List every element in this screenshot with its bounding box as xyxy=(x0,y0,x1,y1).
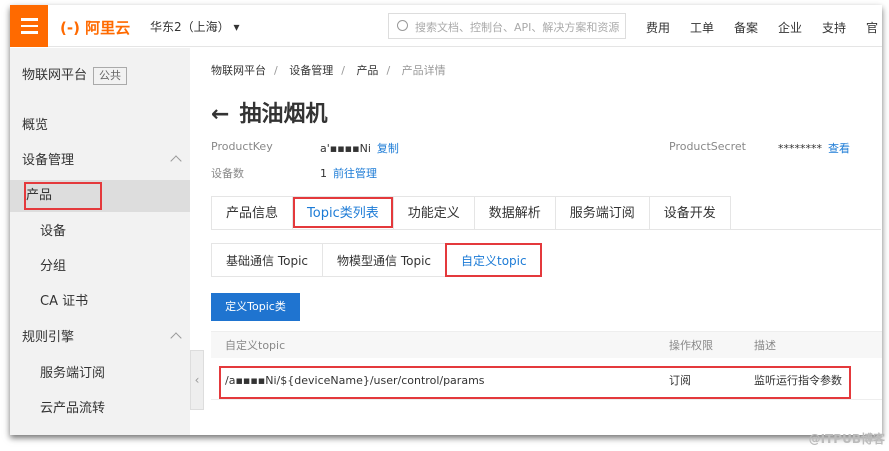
product-key-text: a'▪▪▪▪Ni xyxy=(320,142,371,155)
product-key-value: a'▪▪▪▪Ni 复制 xyxy=(320,140,399,156)
tab-data-parsing[interactable]: 数据解析 xyxy=(473,196,556,229)
chevron-left-icon: ‹ xyxy=(194,373,200,387)
highlight-box xyxy=(24,182,102,210)
product-secret-label: ProductSecret xyxy=(669,140,746,153)
menu-icon[interactable] xyxy=(10,5,48,47)
nav-support[interactable]: 支持 xyxy=(822,19,846,36)
search-icon xyxy=(397,20,408,31)
tab-product-info[interactable]: 产品信息 xyxy=(211,196,294,229)
device-count-label: 设备数 xyxy=(211,167,244,180)
chevron-up-icon xyxy=(170,332,182,344)
sidebar-group-rule-engine[interactable]: 规则引擎 xyxy=(10,322,190,354)
topic-sub-tabs: 基础通信 Topic 物模型通信 Topic 自定义topic xyxy=(211,243,542,277)
page-title: ← 抽油烟机 xyxy=(211,96,327,128)
breadcrumb-device-management[interactable]: 设备管理 xyxy=(289,64,333,77)
sidebar-group-device-management[interactable]: 设备管理 xyxy=(10,145,190,177)
breadcrumb-product[interactable]: 产品 xyxy=(356,64,378,77)
nav-icp[interactable]: 备案 xyxy=(734,19,758,36)
page-title-text: 抽油烟机 xyxy=(239,102,328,127)
nav-fees[interactable]: 费用 xyxy=(646,19,670,36)
device-count-text: 1 xyxy=(320,167,327,180)
top-bar: (-) 阿里云 华东2（上海） ▾ 搜索文档、控制台、API、解决方案和资源 费… xyxy=(10,5,882,47)
col-topic: 自定义topic xyxy=(225,339,286,352)
collapse-sidebar-handle[interactable]: ‹ xyxy=(190,350,204,410)
table-header: 自定义topic 操作权限 描述 xyxy=(211,331,882,358)
highlight-box xyxy=(219,366,851,399)
subtab-basic-topic[interactable]: 基础通信 Topic xyxy=(211,243,323,277)
tab-server-subscription[interactable]: 服务端订阅 xyxy=(554,196,650,229)
sidebar-item-server-subscription[interactable]: 服务端订阅 xyxy=(10,358,190,390)
sidebar-title-text: 物联网平台 xyxy=(22,68,88,83)
search-input[interactable]: 搜索文档、控制台、API、解决方案和资源 xyxy=(388,13,626,39)
caret-down-icon: ▾ xyxy=(233,20,240,34)
sidebar-title: 物联网平台 公共 xyxy=(10,60,190,92)
aliyun-logo[interactable]: (-) 阿里云 xyxy=(60,17,130,38)
public-badge: 公共 xyxy=(93,67,128,85)
sidebar-item-ca-cert[interactable]: CA 证书 xyxy=(10,286,190,318)
col-permission: 操作权限 xyxy=(669,339,713,352)
product-tabs: 产品信息 Topic类列表 功能定义 数据解析 服务端订阅 设备开发 xyxy=(211,196,881,230)
product-secret-value: ******** 查看 xyxy=(778,140,850,156)
sidebar-item-group[interactable]: 分组 xyxy=(10,251,190,283)
product-key-label: ProductKey xyxy=(211,140,273,153)
search-placeholder: 搜索文档、控制台、API、解决方案和资源 xyxy=(415,21,620,34)
region-selector[interactable]: 华东2（上海） ▾ xyxy=(150,18,240,35)
col-description: 描述 xyxy=(754,339,776,352)
group-label: 设备管理 xyxy=(22,153,75,168)
tab-function-definition[interactable]: 功能定义 xyxy=(392,196,475,229)
console-window: (-) 阿里云 华东2（上海） ▾ 搜索文档、控制台、API、解决方案和资源 费… xyxy=(10,5,882,435)
view-secret-link[interactable]: 查看 xyxy=(828,142,850,155)
tab-device-development[interactable]: 设备开发 xyxy=(648,196,731,229)
breadcrumb-current: 产品详情 xyxy=(401,64,446,77)
product-secret-text: ******** xyxy=(778,142,822,155)
copy-link[interactable]: 复制 xyxy=(377,142,399,155)
subtab-custom-topic[interactable]: 自定义topic xyxy=(445,243,542,277)
region-label: 华东2（上海） xyxy=(150,20,230,34)
breadcrumb: 物联网平台 / 设备管理 / 产品 / 产品详情 xyxy=(211,64,446,77)
nav-enterprise[interactable]: 企业 xyxy=(778,19,802,36)
sidebar-item-data-forwarding[interactable]: 云产品流转 xyxy=(10,393,190,425)
device-count-value: 1 前往管理 xyxy=(320,165,377,181)
watermark: @ITPUB博客 xyxy=(808,432,885,446)
manage-devices-link[interactable]: 前往管理 xyxy=(333,167,377,180)
back-arrow-icon[interactable]: ← xyxy=(211,102,229,127)
tab-topic-list[interactable]: Topic类列表 xyxy=(292,196,394,229)
sidebar: 物联网平台 公共 概览 设备管理 产品 设备 分组 CA 证书 规则引擎 服务端订… xyxy=(10,48,190,435)
sidebar-item-overview[interactable]: 概览 xyxy=(10,110,190,142)
chevron-up-icon xyxy=(170,155,182,167)
breadcrumb-iot[interactable]: 物联网平台 xyxy=(211,64,266,77)
define-topic-button[interactable]: 定义Topic类 xyxy=(211,293,300,321)
sidebar-item-device[interactable]: 设备 xyxy=(10,216,190,248)
nav-official[interactable]: 官 xyxy=(866,19,878,36)
subtab-thing-model-topic[interactable]: 物模型通信 Topic xyxy=(322,243,446,277)
nav-tickets[interactable]: 工单 xyxy=(690,19,714,36)
group-label: 规则引擎 xyxy=(22,330,75,345)
